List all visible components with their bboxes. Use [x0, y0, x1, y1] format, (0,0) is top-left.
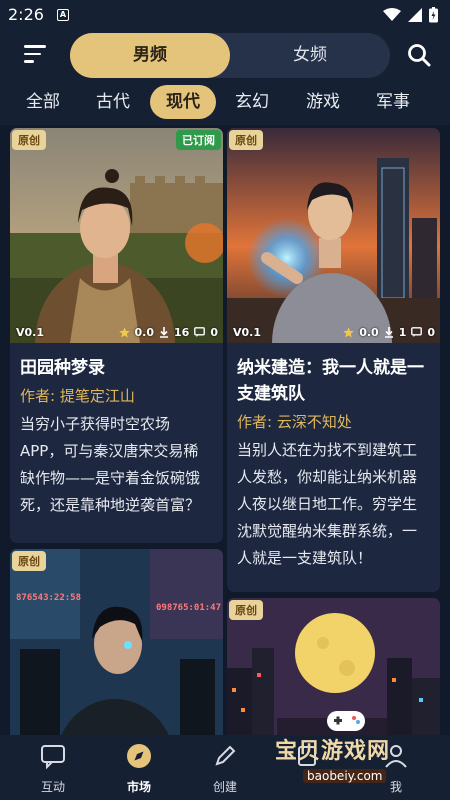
version-label: V0.1	[16, 326, 44, 339]
cover-image-farm-warrior	[10, 128, 223, 343]
search-icon[interactable]	[406, 42, 432, 68]
story-title: 纳米建造：我一人就是一支建筑队	[237, 358, 424, 404]
screen-text-left: 876543:22:58	[16, 593, 82, 603]
subscribed-badge: 已订阅	[176, 130, 221, 150]
status-bar: 2:26 A	[0, 0, 450, 30]
rating-value: 0.0	[134, 326, 155, 339]
comment-icon	[411, 327, 423, 337]
cover-image-cyber-hacker	[10, 549, 223, 735]
category-modern[interactable]: 现代	[150, 85, 216, 119]
menu-icon[interactable]	[24, 45, 46, 63]
tab-female[interactable]: 女频	[230, 33, 390, 78]
star-icon	[118, 327, 130, 338]
category-all[interactable]: 全部	[21, 85, 65, 119]
compass-icon	[127, 744, 151, 768]
comment-icon	[194, 327, 206, 337]
story-card[interactable]: 原创 876543:22:58 098765:01:47	[10, 549, 223, 735]
nav-item-market[interactable]: 市场	[109, 743, 169, 795]
category-ancient[interactable]: 古代	[91, 85, 135, 119]
notification-a-icon: A	[57, 9, 69, 21]
story-card[interactable]: 原创 V0.1 0.0 1 0 纳米建造：我一人就是一支建筑队 作者: 云深不知…	[227, 128, 440, 592]
story-grid: 原创 已订阅 V0.1 0.0 16 0 田园种梦录 作者: 提笔定江山 当穷小…	[0, 125, 450, 735]
nav-label: 互动	[40, 780, 65, 794]
category-bar: 全部 古代 现代 玄幻 游戏 军事	[0, 80, 450, 125]
download-icon	[160, 327, 169, 338]
pencil-icon	[215, 745, 236, 766]
story-stats: 0.0 16 0	[118, 326, 218, 339]
top-bar: 男频 女频	[0, 30, 450, 80]
watermark-title: 宝贝游戏网	[275, 739, 391, 764]
status-icons	[383, 7, 438, 23]
battery-icon	[429, 7, 438, 23]
site-watermark: 宝贝游戏网 baobeiy.com	[275, 711, 430, 783]
nav-label: 市场	[126, 780, 151, 794]
story-description: 当别人还在为找不到建筑工人发愁，你却能让纳米机器人夜以继日地工作。穷学生沈默觉醒…	[237, 441, 418, 567]
story-stats: 0.0 1 0	[343, 326, 435, 339]
cover-image-nano-builder	[227, 128, 440, 343]
story-cover: 原创 876543:22:58 098765:01:47	[10, 549, 223, 735]
story-description: 当穷小子获得时空农场APP，可与秦汉唐宋交易稀缺作物——是守着金饭碗饿死，还是靠…	[20, 415, 201, 514]
story-cover: 原创 已订阅 V0.1 0.0 16 0	[10, 128, 223, 343]
wifi-icon	[383, 8, 401, 21]
story-author: 作者: 提笔定江山	[20, 387, 135, 405]
tab-male[interactable]: 男频	[70, 33, 230, 78]
download-icon	[384, 327, 393, 338]
chat-icon	[41, 745, 65, 770]
version-label: V0.1	[233, 326, 261, 339]
gender-tab-switch: 男频 女频	[70, 33, 390, 78]
nav-item-create[interactable]: 创建	[195, 743, 255, 795]
gamepad-icon	[327, 711, 365, 731]
original-badge: 原创	[229, 130, 263, 150]
rating-value: 0.0	[359, 326, 379, 339]
original-badge: 原创	[12, 130, 46, 150]
story-card[interactable]: 原创 已订阅 V0.1 0.0 16 0 田园种梦录 作者: 提笔定江山 当穷小…	[10, 128, 223, 543]
download-count: 16	[174, 326, 190, 339]
category-military[interactable]: 军事	[371, 85, 415, 119]
signal-icon	[408, 8, 422, 22]
nav-item-interact[interactable]: 互动	[23, 743, 83, 795]
story-author: 作者: 云深不知处	[237, 413, 352, 431]
comment-count: 0	[210, 326, 218, 339]
original-badge: 原创	[229, 600, 263, 620]
original-badge: 原创	[12, 551, 46, 571]
watermark-url: baobeiy.com	[303, 769, 387, 783]
screen-text-right: 098765:01:47	[156, 603, 222, 613]
category-game[interactable]: 游戏	[301, 85, 345, 119]
story-title: 田园种梦录	[20, 358, 105, 378]
download-count: 1	[398, 326, 407, 339]
comment-count: 0	[427, 326, 435, 339]
star-icon	[343, 327, 354, 338]
category-fantasy[interactable]: 玄幻	[230, 85, 274, 119]
nav-label: 创建	[212, 780, 237, 794]
status-time: 2:26	[8, 5, 44, 24]
story-cover: 原创 V0.1 0.0 1 0	[227, 128, 440, 343]
